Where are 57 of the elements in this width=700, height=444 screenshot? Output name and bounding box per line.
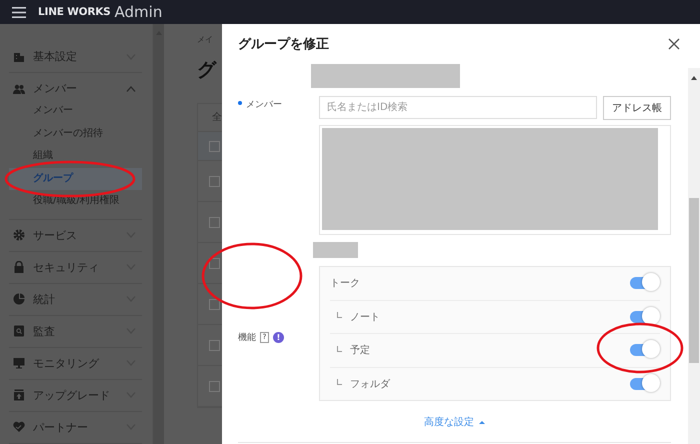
indent-corner-icon: [337, 346, 342, 352]
sidebar-subitem[interactable]: メンバーの招待: [9, 122, 142, 145]
row-checkbox[interactable]: [209, 176, 220, 186]
field-label: メンバー: [246, 99, 282, 111]
row-checkbox[interactable]: [209, 298, 220, 310]
sidebar-subitem[interactable]: 組織: [9, 145, 142, 168]
sidebar-item[interactable]: モニタリング: [9, 348, 142, 378]
sidebar-label: アップグレード: [33, 388, 111, 402]
scroll-up-icon[interactable]: [691, 76, 697, 80]
dialog-title: グループを修正: [238, 36, 329, 53]
redacted-block: [313, 242, 358, 258]
close-icon[interactable]: [668, 38, 680, 50]
row-checkbox[interactable]: [209, 216, 220, 228]
address-book-button[interactable]: アドレス帳: [603, 96, 671, 120]
monitor-icon: [13, 357, 25, 369]
lock-icon: [13, 261, 25, 273]
sidebar-item[interactable]: パートナー: [9, 412, 142, 442]
indent-corner-icon: [337, 379, 342, 386]
sidebar-label: メンバー: [33, 81, 78, 96]
sidebar-item[interactable]: 基本設定: [9, 41, 142, 72]
page-heading: グ: [197, 58, 216, 83]
audit-icon: [13, 325, 25, 337]
row-checkbox[interactable]: [209, 340, 220, 350]
sidebar-subitem[interactable]: グループ: [9, 168, 142, 190]
row-checkbox[interactable]: [209, 380, 220, 392]
partner-icon: [13, 421, 25, 433]
feature-label: トーク: [330, 277, 361, 290]
sidebar-label: 統計: [33, 292, 56, 306]
sidebar-item[interactable]: 監査: [9, 316, 142, 346]
row-checkbox[interactable]: [209, 140, 220, 152]
gear-icon: [13, 229, 25, 241]
feature-label: 予定: [350, 344, 371, 358]
field-label: 機能: [238, 332, 256, 344]
logo-text: LINE WORKS: [38, 6, 111, 18]
product-name: Admin: [114, 3, 162, 21]
sidebar-label: モニタリング: [33, 356, 100, 370]
sidebar-label: 監査: [33, 324, 56, 338]
building-icon: [13, 50, 25, 62]
sidebar-label: サービス: [33, 228, 78, 242]
people-icon: [13, 82, 25, 94]
sidebar-item[interactable]: 統計: [9, 284, 142, 314]
sidebar-item[interactable]: アップグレード: [9, 380, 142, 410]
sidebar-item[interactable]: サービス: [9, 220, 142, 250]
sidebar-label: パートナー: [33, 420, 89, 434]
info-badge[interactable]: !: [273, 332, 284, 342]
menu-icon[interactable]: [12, 6, 26, 18]
sidebar-item[interactable]: セキュリティ: [9, 252, 142, 282]
row-checkbox[interactable]: [209, 258, 220, 268]
feature-label: フォルダ: [350, 378, 392, 391]
sidebar-label: セキュリティ: [33, 260, 100, 274]
indent-corner-icon: [337, 312, 342, 318]
pie-icon: [13, 293, 25, 305]
sidebar-label: 基本設定: [33, 49, 78, 64]
feature-label: ノート: [350, 310, 381, 324]
advanced-settings-link[interactable]: 高度な設定: [422, 413, 487, 431]
upgrade-icon: [13, 389, 25, 401]
search-field[interactable]: 氏名またはID検索: [319, 96, 597, 119]
